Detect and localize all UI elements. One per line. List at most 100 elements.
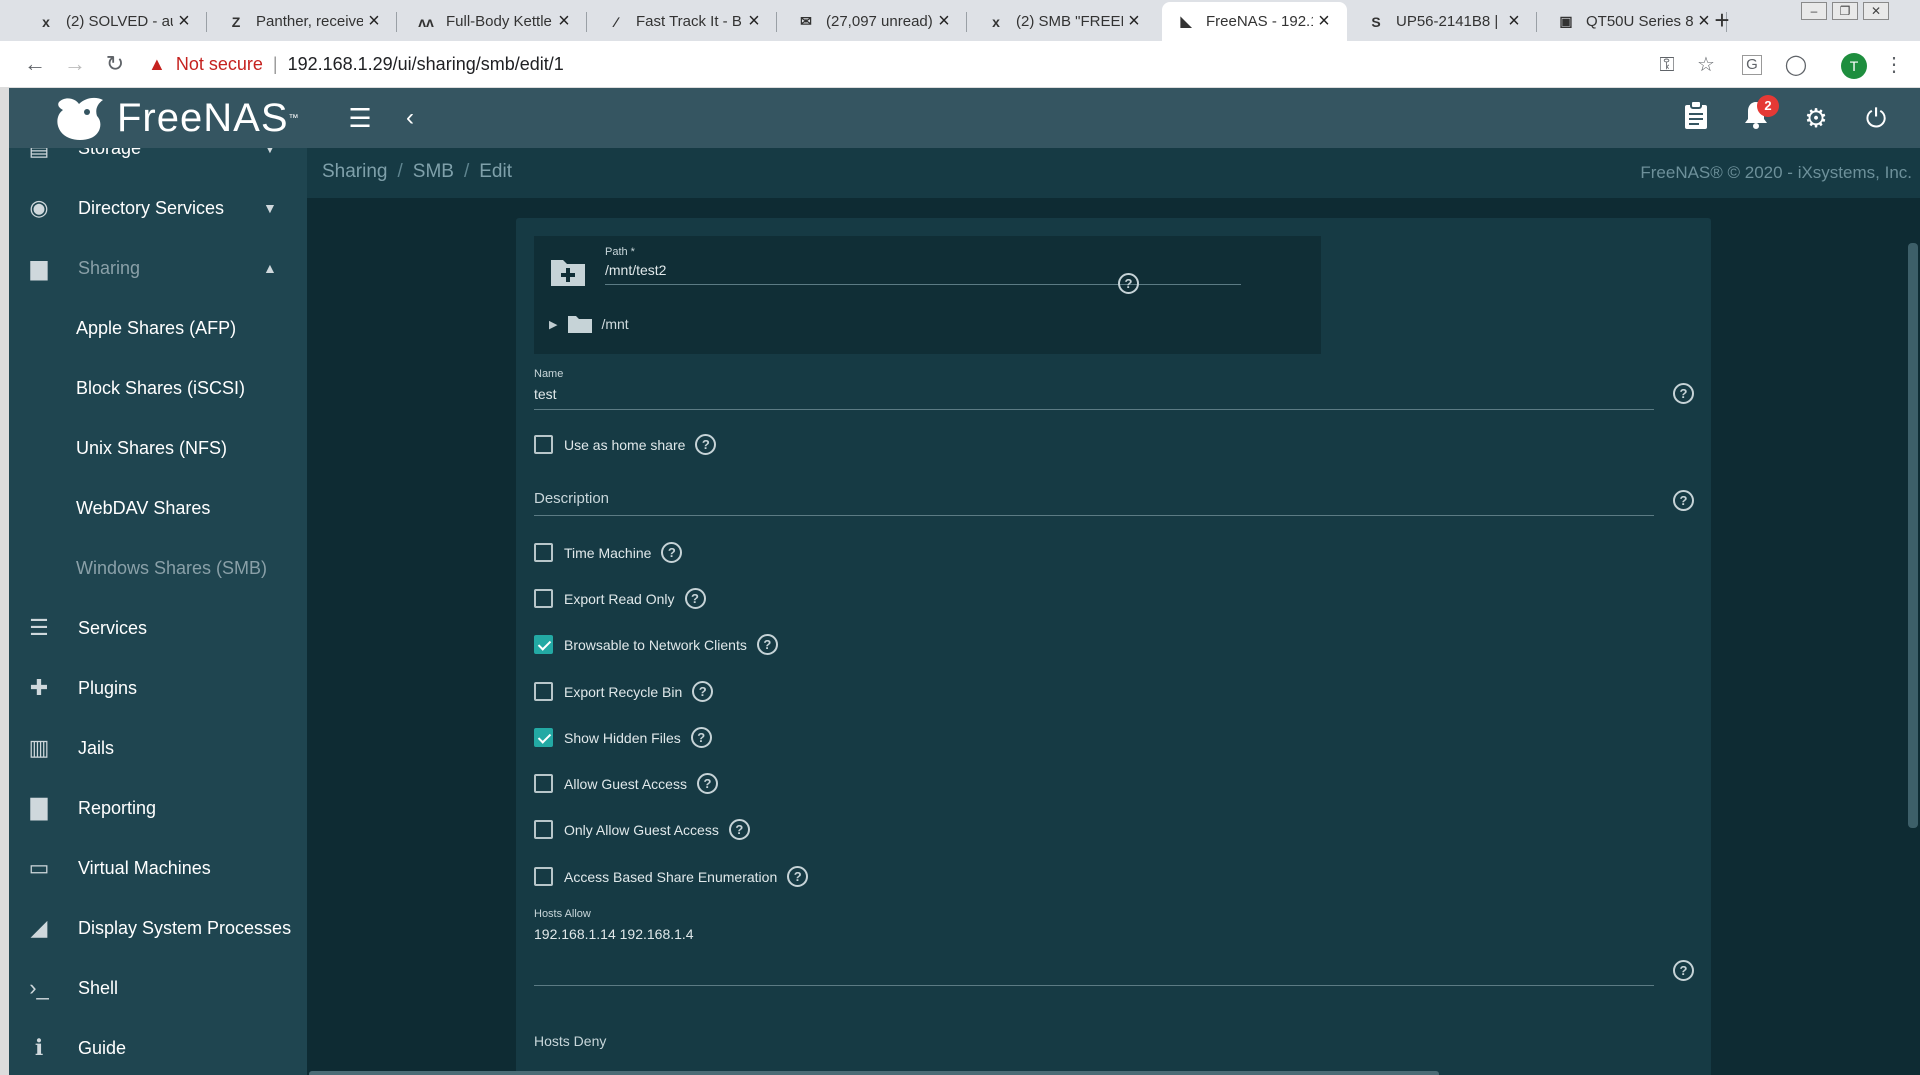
add-folder-icon[interactable] [549, 256, 587, 288]
expand-arrow-icon[interactable]: ▼ [263, 148, 277, 156]
browser-tab[interactable]: ▣ QT50U Series 8 × [1542, 2, 1727, 41]
help-icon[interactable]: ? [728, 819, 750, 840]
checkbox-row[interactable]: Use as home share? [534, 434, 717, 455]
browser-tab[interactable]: x (2) SOLVED - au × [22, 2, 207, 41]
collapse-arrow-icon[interactable]: ▲ [263, 260, 277, 276]
help-icon[interactable]: ? [692, 681, 714, 702]
address-bar[interactable]: ▲ Not secure | 192.168.1.29/ui/sharing/s… [148, 47, 1708, 81]
expand-arrow-icon[interactable]: ▼ [263, 200, 277, 216]
sidebar-item[interactable]: ℹ Guide [9, 1018, 307, 1075]
sidebar-item[interactable]: Apple Shares (AFP) [9, 298, 307, 358]
sidebar-item[interactable]: ✚ Plugins [9, 658, 307, 718]
browser-tab[interactable]: ∕ Fast Track It - B × [592, 2, 777, 41]
close-tab-icon[interactable]: × [173, 10, 195, 33]
settings-gear-icon[interactable]: ⚙ [1798, 100, 1834, 136]
sidebar-item[interactable]: ▆ Sharing ▲ [9, 238, 307, 298]
checkbox-checked[interactable] [534, 635, 553, 654]
checkbox-row[interactable]: Export Recycle Bin? [534, 681, 714, 702]
checkbox-unchecked[interactable] [534, 589, 553, 608]
forward-arrow-icon[interactable]: → [60, 49, 90, 79]
browser-tab[interactable]: ✉ (27,097 unread) × [782, 2, 967, 41]
checkbox-unchecked[interactable] [534, 435, 553, 454]
sidebar-item[interactable]: ◉ Directory Services ▼ [9, 178, 307, 238]
checkbox-checked[interactable] [534, 728, 553, 747]
sidebar-item[interactable]: ◢ Display System Processes [9, 898, 307, 958]
power-icon[interactable]: ⏻ [1858, 100, 1894, 136]
checkbox-row[interactable]: Show Hidden Files? [534, 727, 712, 748]
checkbox-unchecked[interactable] [534, 774, 553, 793]
description-help-icon[interactable]: ? [1673, 490, 1694, 511]
checkbox-unchecked[interactable] [534, 543, 553, 562]
name-input[interactable]: test [534, 386, 1654, 410]
help-icon[interactable]: ? [684, 588, 706, 609]
sidebar-item[interactable]: Unix Shares (NFS) [9, 418, 307, 478]
task-manager-clipboard-icon[interactable] [1678, 100, 1714, 136]
browser-menu-kebab-icon[interactable]: ⋮ [1880, 51, 1908, 79]
close-tab-icon[interactable]: × [743, 10, 765, 33]
horizontal-scrollbar[interactable] [309, 1071, 1439, 1075]
browser-tab[interactable]: x (2) SMB "FREEN × [972, 2, 1157, 41]
close-tab-icon[interactable]: × [363, 10, 385, 33]
close-tab-icon[interactable]: × [553, 10, 575, 33]
name-help-icon[interactable]: ? [1673, 383, 1694, 404]
sidebar-item[interactable]: ▇ Reporting [9, 778, 307, 838]
profile-avatar[interactable]: T [1841, 53, 1867, 79]
sidebar-item[interactable]: ☰ Services [9, 598, 307, 658]
new-tab-button[interactable]: + [1707, 6, 1737, 36]
hamburger-menu-icon[interactable]: ☰ [342, 100, 378, 136]
help-icon[interactable]: ? [690, 727, 712, 748]
help-icon[interactable]: ? [756, 634, 778, 655]
reload-icon[interactable]: ↻ [100, 49, 130, 79]
url-text[interactable]: 192.168.1.29/ui/sharing/smb/edit/1 [288, 54, 564, 75]
extension-circle-icon[interactable]: ◯ [1782, 51, 1810, 79]
help-icon[interactable]: ? [695, 434, 717, 455]
browser-tab[interactable]: S UP56-2141B8 | F × [1352, 2, 1537, 41]
extension-g-icon[interactable]: G [1742, 55, 1762, 75]
browser-tab[interactable]: ◣ FreeNAS - 192.1 × [1162, 2, 1347, 41]
checkbox-unchecked[interactable] [534, 820, 553, 839]
help-icon[interactable]: ? [696, 773, 718, 794]
close-tab-icon[interactable]: × [1123, 10, 1145, 33]
sidebar-item[interactable]: ▭ Virtual Machines [9, 838, 307, 898]
checkbox-row[interactable]: Time Machine? [534, 542, 683, 563]
sidebar-item[interactable]: WebDAV Shares [9, 478, 307, 538]
sidebar-item[interactable]: Block Shares (iSCSI) [9, 358, 307, 418]
checkbox-row[interactable]: Allow Guest Access? [534, 773, 718, 794]
close-tab-icon[interactable]: × [933, 10, 955, 33]
minimize-window-button[interactable]: – [1801, 2, 1827, 20]
bookmark-star-icon[interactable]: ☆ [1692, 51, 1720, 79]
path-help-icon[interactable]: ? [1118, 273, 1139, 294]
back-arrow-icon[interactable]: ← [20, 49, 50, 79]
sidebar-item[interactable]: ▥ Jails [9, 718, 307, 778]
checkbox-row[interactable]: Only Allow Guest Access? [534, 819, 750, 840]
browser-tab[interactable]: ʌʌ Full-Body Kettle × [402, 2, 587, 41]
close-tab-icon[interactable]: × [1503, 10, 1525, 33]
sidebar-item[interactable]: ›_ Shell [9, 958, 307, 1018]
checkbox-unchecked[interactable] [534, 682, 553, 701]
restore-window-button[interactable]: ❐ [1832, 2, 1858, 20]
freenas-logo[interactable]: FreeNAS ™ [51, 92, 300, 144]
sidebar-item[interactable]: ▤ Storage ▼ [9, 148, 307, 178]
tree-node-mnt[interactable]: ▶ /mnt [549, 314, 629, 334]
checkbox-row[interactable]: Export Read Only? [534, 588, 706, 609]
collapse-chevron-left-icon[interactable]: ‹ [392, 100, 428, 136]
hosts-deny-label[interactable]: Hosts Deny [534, 1033, 606, 1049]
close-tab-icon[interactable]: × [1313, 10, 1335, 33]
close-window-button[interactable]: ✕ [1863, 2, 1889, 20]
breadcrumb-sharing[interactable]: Sharing [322, 161, 388, 183]
help-icon[interactable]: ? [661, 542, 683, 563]
breadcrumb-smb[interactable]: SMB [413, 161, 454, 183]
checkbox-row[interactable]: Browsable to Network Clients? [534, 634, 778, 655]
description-input[interactable]: Description [534, 490, 1654, 516]
expand-triangle-icon[interactable]: ▶ [549, 318, 557, 331]
browser-tab[interactable]: Z Panther, receive × [212, 2, 397, 41]
help-icon[interactable]: ? [787, 866, 809, 887]
vertical-scrollbar[interactable] [1908, 243, 1918, 828]
key-icon[interactable]: ⚿ [1653, 51, 1681, 79]
hosts-allow-help-icon[interactable]: ? [1673, 960, 1694, 981]
sidebar-item[interactable]: Windows Shares (SMB) [9, 538, 307, 598]
path-input[interactable]: /mnt/test2 [605, 262, 1241, 285]
checkbox-unchecked[interactable] [534, 867, 553, 886]
checkbox-row[interactable]: Access Based Share Enumeration? [534, 866, 809, 887]
hosts-allow-textarea[interactable]: 192.168.1.14 192.168.1.4 [534, 926, 1654, 986]
